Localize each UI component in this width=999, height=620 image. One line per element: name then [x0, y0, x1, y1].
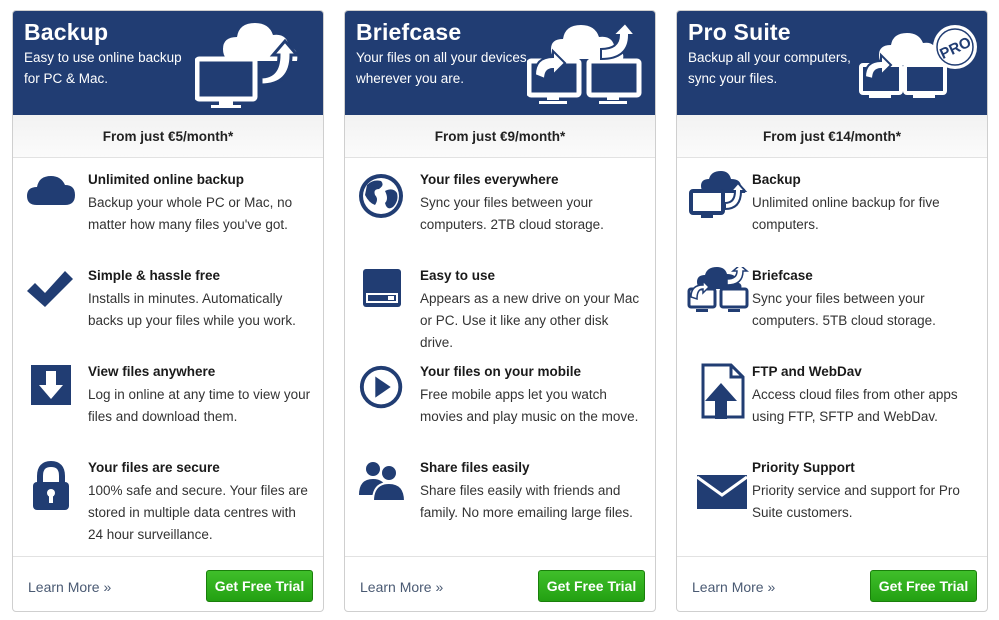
feature-item: Simple & hassle free Installs in minutes…: [13, 267, 323, 357]
feature-item: Priority Support Priority service and su…: [677, 459, 987, 549]
feature-desc: Unlimited online backup for five compute…: [752, 195, 940, 232]
feature-desc: Priority service and support for Pro Sui…: [752, 483, 960, 520]
cloud-icon: [27, 176, 75, 205]
plan-card-backup: Backup Easy to use online backup for PC …: [12, 10, 324, 612]
backup-icon: [689, 171, 748, 218]
padlock-icon: [33, 460, 69, 510]
plan-title: Briefcase: [356, 19, 462, 45]
plan-price: From just €9/month*: [345, 115, 655, 158]
feature-desc: Sync your files between your computers. …: [420, 195, 604, 232]
learn-more-link[interactable]: Learn More »: [28, 579, 111, 595]
feature-desc: Backup your whole PC or Mac, no matter h…: [88, 195, 293, 232]
feature-desc: Access cloud files from other apps using…: [752, 387, 958, 424]
briefcase-sync-icon: [687, 267, 749, 312]
feature-desc: Log in online at any time to view your f…: [88, 387, 311, 424]
plan-title: Backup: [24, 19, 109, 45]
globe-icon: [359, 174, 403, 218]
envelope-icon: [696, 475, 748, 509]
get-free-trial-button[interactable]: Get Free Trial: [538, 570, 645, 602]
plan-card-pro-suite: Pro Suite Backup all your computers, syn…: [676, 10, 988, 612]
plan-footer: Learn More » Get Free Trial: [677, 556, 987, 611]
feature-item: Easy to use Appears as a new drive on yo…: [345, 267, 655, 357]
file-upload-icon: [701, 363, 745, 419]
plan-title: Pro Suite: [688, 19, 791, 45]
feature-item: Your files on your mobile Free mobile ap…: [345, 363, 655, 453]
feature-title: Unlimited online backup: [88, 172, 245, 187]
plan-tagline: Easy to use online backup for PC & Mac.: [24, 50, 182, 86]
feature-item: Your files everywhere Sync your files be…: [345, 171, 655, 261]
learn-more-link[interactable]: Learn More »: [692, 579, 775, 595]
feature-title: Your files are secure: [88, 460, 220, 475]
feature-title: Briefcase: [752, 268, 813, 283]
backup-illustration-icon: [195, 23, 301, 108]
play-icon: [359, 365, 403, 409]
learn-more-link[interactable]: Learn More »: [360, 579, 443, 595]
feature-title: View files anywhere: [88, 364, 216, 379]
feature-item: FTP and WebDav Access cloud files from o…: [677, 363, 987, 453]
feature-desc: Sync your files between your computers. …: [752, 291, 936, 328]
feature-item: Share files easily Share files easily wi…: [345, 459, 655, 549]
feature-title: Backup: [752, 172, 801, 187]
feature-title: Simple & hassle free: [88, 268, 221, 283]
checkmark-icon: [27, 271, 73, 307]
feature-item: Your files are secure 100% safe and secu…: [13, 459, 323, 549]
feature-title: Your files everywhere: [420, 172, 559, 187]
feature-desc: 100% safe and secure. Your files are sto…: [88, 483, 308, 542]
feature-item: View files anywhere Log in online at any…: [13, 363, 323, 453]
plan-card-briefcase: Briefcase Your files on all your devices…: [344, 10, 656, 612]
get-free-trial-button[interactable]: Get Free Trial: [206, 570, 313, 602]
feature-desc: Appears as a new drive on your Mac or PC…: [420, 291, 640, 350]
feature-title: FTP and WebDav: [752, 364, 862, 379]
briefcase-sync-illustration-icon: [527, 21, 642, 104]
feature-item: Unlimited online backup Backup your whol…: [13, 171, 323, 261]
feature-desc: Installs in minutes. Automatically backs…: [88, 291, 296, 328]
plan-tagline: Your files on all your devices, wherever…: [356, 50, 531, 86]
feature-desc: Share files easily with friends and fami…: [420, 483, 633, 520]
plan-footer: Learn More » Get Free Trial: [345, 556, 655, 611]
plan-header: Pro Suite Backup all your computers, syn…: [677, 11, 987, 115]
feature-title: Easy to use: [420, 268, 496, 283]
plan-header: Briefcase Your files on all your devices…: [345, 11, 655, 115]
feature-title: Your files on your mobile: [420, 364, 582, 379]
feature-title: Share files easily: [420, 460, 530, 475]
feature-item: Briefcase Sync your files between your c…: [677, 267, 987, 357]
pro-suite-illustration-icon: PRO: [859, 25, 977, 98]
plan-footer: Learn More » Get Free Trial: [13, 556, 323, 611]
get-free-trial-button[interactable]: Get Free Trial: [870, 570, 977, 602]
plan-price: From just €14/month*: [677, 115, 987, 158]
plan-tagline: Backup all your computers, sync your fil…: [688, 50, 851, 86]
hard-drive-icon: [363, 269, 401, 307]
download-arrow-icon: [31, 365, 71, 405]
feature-desc: Free mobile apps let you watch movies an…: [420, 387, 639, 424]
feature-title: Priority Support: [752, 460, 855, 475]
plan-header: Backup Easy to use online backup for PC …: [13, 11, 323, 115]
plan-price: From just €5/month*: [13, 115, 323, 158]
users-icon: [359, 462, 407, 502]
feature-item: Backup Unlimited online backup for five …: [677, 171, 987, 261]
